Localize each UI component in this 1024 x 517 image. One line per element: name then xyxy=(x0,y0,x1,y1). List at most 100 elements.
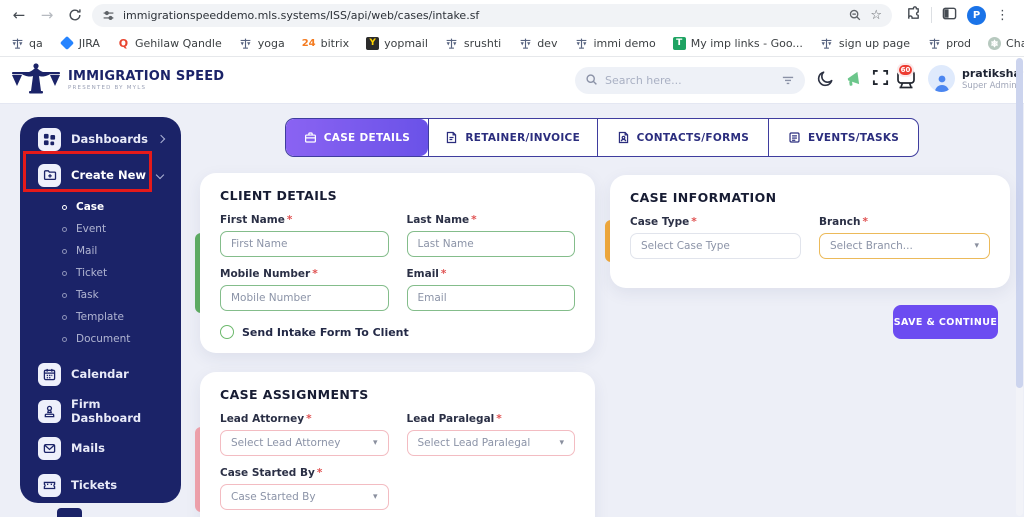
last-name-input[interactable] xyxy=(406,231,575,257)
side-panel-icon[interactable] xyxy=(942,6,957,25)
notification-badge: 60 xyxy=(897,63,914,77)
last-name-label: Last Name * xyxy=(406,214,477,226)
user-menu[interactable]: pratiksha Super Admin xyxy=(928,65,1024,92)
bookmark-gehilaw-qandle[interactable]: Q Gehilaw Qandle xyxy=(117,37,222,50)
reload-icon[interactable] xyxy=(64,4,86,26)
caret-down-icon: ▾ xyxy=(974,241,979,251)
lead-paralegal-select[interactable]: Select Lead Paralegal ▾ xyxy=(406,430,575,456)
notifications-button[interactable]: 60 xyxy=(894,63,922,95)
bitrix24-favicon: 24 xyxy=(301,37,316,49)
sidebar-subitem-task[interactable]: Task xyxy=(20,284,181,306)
scrollbar-thumb[interactable] xyxy=(1016,58,1023,388)
sidebar-subitem-case[interactable]: Case xyxy=(20,196,181,218)
case-information-title: CASE INFORMATION xyxy=(630,190,777,205)
bookmarks-bar: qa JIRA Q Gehilaw Qandle yoga 24 bitrix … xyxy=(0,30,1024,57)
sidebar: Dashboards Create New Case Event Mail Ti… xyxy=(20,117,181,503)
client-details-card: CLIENT DETAILS First Name* Last Name* Mo… xyxy=(200,173,595,353)
brand-title: IMMIGRATION SPEED xyxy=(68,69,225,84)
bookmark-yoga[interactable]: yoga xyxy=(239,36,285,50)
bookmark-bitrix[interactable]: 24 bitrix xyxy=(302,37,349,50)
scales-favicon xyxy=(239,36,253,50)
url-text[interactable]: immigrationspeeddemo.mls.systems/ISS/api… xyxy=(123,9,840,22)
sidebar-subitem-document[interactable]: Document xyxy=(20,328,181,350)
mobile-number-label: Mobile Number * xyxy=(220,268,318,280)
bookmark-sign-up-page[interactable]: sign up page xyxy=(820,36,910,50)
tab-retainer-invoice[interactable]: RETAINER/INVOICE xyxy=(427,119,597,156)
chevron-down-icon xyxy=(155,170,165,180)
search-filter-icon[interactable] xyxy=(781,71,795,90)
bookmark-srushti[interactable]: srushti xyxy=(445,36,501,50)
sidebar-item-calendar[interactable]: Calendar xyxy=(26,358,175,390)
sidebar-item-firm-dashboard[interactable]: Firm Dashboard xyxy=(26,395,175,427)
chatgpt-favicon xyxy=(988,36,1002,50)
brand[interactable]: IMMIGRATION SPEED PRESENTED BY MYLS xyxy=(0,61,224,99)
sidebar-item-create-new[interactable]: Create New xyxy=(26,158,175,192)
sidebar-subitem-template[interactable]: Template xyxy=(20,306,181,328)
sidebar-item-tickets[interactable]: Tickets xyxy=(26,469,175,501)
bookmark-prod[interactable]: prod xyxy=(927,36,971,50)
browser-window: ← → immigrationspeeddemo.mls.systems/ISS… xyxy=(0,0,1024,517)
mobile-number-input[interactable] xyxy=(220,285,389,311)
brand-subtitle: PRESENTED BY MYLS xyxy=(68,85,147,91)
page-scrollbar[interactable] xyxy=(1016,58,1023,516)
email-input[interactable] xyxy=(406,285,575,311)
case-assignments-card: CASE ASSIGNMENTS Lead Attorney * Select L… xyxy=(200,372,595,517)
extensions-icon[interactable] xyxy=(906,5,921,25)
back-icon[interactable]: ← xyxy=(8,4,30,26)
bookmark-immi-demo[interactable]: immi demo xyxy=(574,36,656,50)
jira-favicon xyxy=(59,35,74,51)
caret-down-icon: ▾ xyxy=(372,492,378,502)
caret-down-icon: ▾ xyxy=(372,438,378,448)
first-name-label: First Name * xyxy=(220,214,293,226)
ticket-icon xyxy=(38,473,61,497)
branch-select[interactable]: Select Branch... ▾ xyxy=(819,233,990,259)
dark-mode-moon-icon[interactable] xyxy=(816,69,835,88)
zoom-out-icon[interactable] xyxy=(848,8,862,22)
qandle-favicon: Q xyxy=(118,36,129,50)
scales-favicon xyxy=(445,36,459,50)
bookmark-dev[interactable]: dev xyxy=(518,36,557,50)
sidebar-next-item-partial xyxy=(57,508,82,517)
bullet-icon xyxy=(62,248,67,254)
branch-label: Branch * xyxy=(819,216,868,228)
case-type-input[interactable] xyxy=(630,233,801,259)
bookmark-qa[interactable]: qa xyxy=(10,36,43,50)
scales-favicon xyxy=(518,36,532,50)
bullet-icon xyxy=(62,204,67,210)
site-settings-icon[interactable] xyxy=(102,9,115,22)
tab-case-details[interactable]: CASE DETAILS xyxy=(286,119,428,156)
forward-icon[interactable]: → xyxy=(36,4,58,26)
sidebar-subitem-ticket[interactable]: Ticket xyxy=(20,262,181,284)
bookmark-chatgpt[interactable]: ChatGPT xyxy=(988,36,1024,50)
case-started-by-select[interactable]: Case Started By ▾ xyxy=(220,484,389,510)
sidebar-subitem-event[interactable]: Event xyxy=(20,218,181,240)
announcement-megaphone-icon[interactable] xyxy=(845,69,864,88)
brand-logo-eagle-scales-icon xyxy=(10,61,62,99)
fullscreen-icon[interactable] xyxy=(872,69,889,86)
calendar-icon xyxy=(38,362,61,386)
bookmark-jira[interactable]: JIRA xyxy=(59,35,100,51)
scales-favicon xyxy=(574,36,588,50)
bullet-icon xyxy=(62,314,67,320)
bookmark-yopmail[interactable]: Y yopmail xyxy=(366,36,428,50)
tab-events-tasks[interactable]: EVENTS/TASKS xyxy=(768,119,918,156)
sidebar-subitem-mail[interactable]: Mail xyxy=(20,240,181,262)
sidebar-item-mails[interactable]: Mails xyxy=(26,432,175,464)
dashboards-grid-icon xyxy=(38,127,61,151)
case-information-card: CASE INFORMATION Case Type* Branch* Sele… xyxy=(610,175,1010,288)
tab-contacts-forms[interactable]: CONTACTS/FORMS xyxy=(596,119,769,156)
lead-attorney-select[interactable]: Select Lead Attorney ▾ xyxy=(220,430,389,456)
first-name-input[interactable] xyxy=(220,231,389,257)
brand-text: IMMIGRATION SPEED PRESENTED BY MYLS xyxy=(68,69,224,91)
address-bar[interactable]: immigrationspeeddemo.mls.systems/ISS/api… xyxy=(92,3,892,27)
bookmark-my-imp-links[interactable]: T My imp links - Goo... xyxy=(672,36,803,50)
search-input[interactable] xyxy=(605,74,774,87)
send-intake-form-checkbox[interactable] xyxy=(220,325,234,339)
scales-favicon xyxy=(820,36,834,50)
bookmark-star-icon[interactable]: ☆ xyxy=(870,8,882,23)
global-search[interactable] xyxy=(575,67,805,94)
sidebar-item-dashboards[interactable]: Dashboards xyxy=(26,124,175,154)
browser-menu-icon[interactable]: ⋮ xyxy=(996,8,1009,23)
save-continue-button[interactable]: SAVE & CONTINUE xyxy=(893,305,998,339)
browser-profile-avatar[interactable]: P xyxy=(967,5,986,25)
